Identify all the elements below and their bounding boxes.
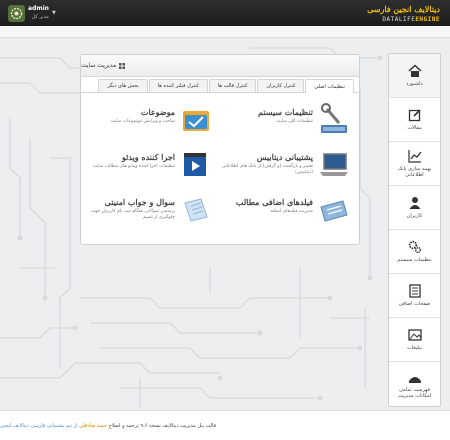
- chart-icon: [407, 150, 422, 163]
- footer: قالب پنل مدیریت دیتالایف نسخه ۹.۶ ترجمه …: [0, 410, 450, 440]
- image-icon: [407, 329, 422, 341]
- notebook-icon: [320, 200, 348, 222]
- tile-title: سوال و جواب امنیتی: [104, 197, 175, 207]
- user-icon: [409, 197, 420, 209]
- sidebar-item-label: کاربران: [406, 213, 423, 219]
- site-management-panel: مدیریت سایت تنظیمات اصلی کنترل کاربران ک…: [80, 54, 360, 245]
- tab-main-settings[interactable]: تنظیمات اصلی: [305, 79, 354, 93]
- tile-description: پرسیدن سوالاتی هنگام ثبت نام کاربران جهت…: [90, 209, 175, 220]
- paper-icon: [184, 198, 208, 222]
- panel-header: مدیریت سایت: [81, 55, 359, 77]
- sidebar-item-label: داشبورد: [406, 81, 423, 87]
- tile-title: تنظیمات سیستم: [258, 107, 313, 117]
- sidebar-item-label: تنظیمات سیستم: [397, 257, 432, 263]
- tile-title: فیلدهای اضافی مطالب: [235, 197, 313, 207]
- tile-title: موضوعات: [140, 107, 175, 117]
- tab-user-control[interactable]: کنترل کاربران: [257, 79, 305, 92]
- panel-tabs: تنظیمات اصلی کنترل کاربران کنترل قالب ها…: [81, 77, 359, 93]
- sidebar-item-system-settings[interactable]: تنظیمات سیستم: [389, 230, 440, 274]
- sidebar-item-label: فهرست تمامی امکانات مدیریت: [397, 386, 432, 399]
- top-bar: دیتالایف انجین فارسی DATALIFEENGINE admi…: [0, 0, 450, 26]
- sidebar-item-dashboard[interactable]: داشبورد: [389, 54, 440, 98]
- tile-description: تنظیمات اجرا کننده ویدئو های مطالب سایت: [92, 164, 175, 169]
- footer-team-link[interactable]: از تیم پشتیبانی فارسی دیتالایف انجین: [0, 423, 78, 429]
- laptop-icon: [320, 153, 348, 176]
- edit-icon: [408, 109, 421, 122]
- tile-title: اجرا کننده ویدئو: [121, 152, 175, 162]
- settings-grid: تنظیمات سیستم تنظیمات کلی سایت موضوعات س…: [81, 93, 359, 243]
- tile-description: مدیریت فیلدهای اضافه: [270, 209, 313, 214]
- sidebar-item-extra-pages[interactable]: صفحات اضافی: [389, 274, 440, 318]
- main-sidebar: داشبورد مقالات بهینه سازی بانک اطلاعاتی …: [388, 53, 441, 407]
- tab-other-sections[interactable]: بخش های دیگر: [98, 79, 148, 92]
- site-logo[interactable]: دیتالایف انجین فارسی DATALIFEENGINE: [367, 4, 440, 23]
- tile-description: ساخت و ویرایش موضوعات سایت: [110, 119, 175, 124]
- tile-extra-fields[interactable]: فیلدهای اضافی مطالب مدیریت فیلدهای اضافه: [221, 193, 351, 233]
- gear-emblem-icon: [10, 7, 23, 19]
- sidebar-item-label: بهینه سازی بانک اطلاعاتی: [397, 166, 432, 178]
- avatar: [8, 4, 25, 22]
- tile-title: پشتیبانی دیتابیس: [256, 152, 313, 162]
- user-name: admin: [28, 5, 49, 12]
- folder-icon: [408, 376, 421, 383]
- user-role: مدیر کل: [31, 14, 49, 20]
- sidebar-item-label: صفحات اضافی: [398, 301, 431, 307]
- video-icon: [184, 153, 206, 176]
- tab-filter-control[interactable]: کنترل فیلتر کننده ها: [148, 79, 208, 92]
- wrench-icon: [321, 103, 347, 133]
- sidebar-item-db-optimize[interactable]: بهینه سازی بانک اطلاعاتی: [389, 142, 440, 186]
- logo-persian-text: دیتالایف انجین فارسی: [367, 4, 440, 14]
- sub-bar: [0, 26, 450, 38]
- tile-system-settings[interactable]: تنظیمات سیستم تنظیمات کلی سایت: [221, 103, 351, 143]
- sidebar-item-ads[interactable]: تبلیغات: [389, 318, 440, 362]
- user-menu[interactable]: admin مدیر کل ▼: [5, 4, 56, 22]
- pages-icon: [408, 284, 421, 298]
- panel-title: مدیریت سایت: [81, 62, 117, 69]
- chevron-down-icon[interactable]: ▼: [52, 10, 56, 16]
- sidebar-item-users[interactable]: کاربران: [389, 186, 440, 230]
- footer-text: قالب پنل مدیریت دیتالایف نسخه ۹.۶ ترجمه …: [0, 422, 217, 429]
- footer-author-link[interactable]: حمید صادقلی: [79, 423, 107, 429]
- tile-categories[interactable]: موضوعات ساخت و ویرایش موضوعات سایت: [83, 103, 213, 143]
- sidebar-item-all-features[interactable]: فهرست تمامی امکانات مدیریت: [389, 362, 440, 406]
- tile-description: تنظیمات کلی سایت: [276, 119, 313, 124]
- home-icon: [407, 64, 422, 77]
- tab-template-control[interactable]: کنترل قالب ها: [208, 79, 257, 92]
- gears-icon: [408, 240, 421, 254]
- tile-database-backup[interactable]: پشتیبانی دیتابیس تعمیر و بازگشت (و گرفتن…: [221, 148, 351, 188]
- tile-description: تعمیر و بازگشت (و گرفتن) از بانک های اطل…: [221, 164, 313, 175]
- sidebar-item-articles[interactable]: مقالات: [389, 98, 440, 142]
- sidebar-item-label: تبلیغات: [407, 345, 422, 351]
- logo-english-text: DATALIFEENGINE: [382, 16, 440, 23]
- tile-video-player[interactable]: اجرا کننده ویدئو تنظیمات اجرا کننده ویدئ…: [83, 148, 213, 188]
- tile-security-questions[interactable]: سوال و جواب امنیتی پرسیدن سوالاتی هنگام …: [83, 193, 213, 233]
- grid-icon: [119, 62, 126, 69]
- folder-box-icon: [183, 111, 209, 131]
- sidebar-item-label: مقالات: [407, 125, 422, 131]
